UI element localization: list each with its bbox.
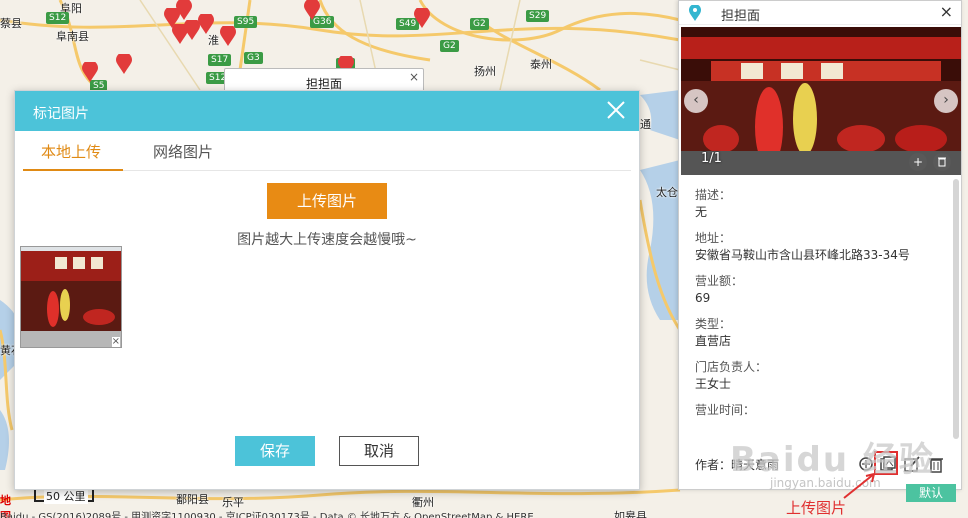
city-label: 淮: [208, 34, 219, 47]
store-field-manager: 门店负责人： 王女士: [695, 359, 935, 393]
store-pin-icon[interactable]: [82, 62, 98, 82]
store-field-revenue: 营业额： 69: [695, 273, 935, 307]
mark-image-dialog: 标记图片 本地上传 网络图片 上传图片 图片越大上传速度会越慢哦~ × 保存 取…: [14, 90, 640, 490]
trash-icon: [938, 157, 946, 167]
city-label: 通: [640, 118, 651, 131]
highway-shield: S17: [208, 54, 232, 66]
store-field-type: 类型： 直营店: [695, 316, 935, 350]
tab-local-upload[interactable]: 本地上传: [41, 141, 101, 162]
store-pin-icon[interactable]: [198, 14, 214, 34]
scale-text: 50 公里: [44, 488, 88, 504]
store-info-list: 描述： 无 地址： 安徽省马鞍山市含山县环峰北路33-34号 营业额： 69 类…: [695, 187, 935, 428]
city-label: 泰州: [530, 58, 552, 71]
store-name: 担担面: [721, 9, 761, 24]
store-field-description: 描述： 无: [695, 187, 935, 221]
city-label: 蔡县: [0, 17, 22, 30]
city-label: 阜南县: [56, 30, 89, 43]
store-field-hours: 营业时间：: [695, 402, 935, 419]
store-pin-icon[interactable]: [116, 54, 132, 74]
field-label: 营业额：: [695, 274, 744, 288]
baidu-jingyan-watermark: Baidu 经验: [730, 440, 935, 480]
highway-shield: G2: [440, 40, 459, 52]
store-field-address: 地址： 安徽省马鞍山市含山县环峰北路33-34号: [695, 230, 935, 264]
store-panel-header: 担担面 ×: [679, 1, 961, 25]
highway-shield: S29: [526, 10, 550, 22]
city-label: 鄱阳县: [176, 493, 209, 506]
upload-image-button[interactable]: 上传图片: [267, 183, 387, 219]
city-label: 扬州: [474, 65, 496, 78]
scale-bar: 50 公里: [34, 488, 94, 504]
city-label: 太仓: [656, 186, 678, 199]
annotation-label: 上传图片: [786, 499, 847, 517]
map-copyright: Baidu - GS(2016)2089号 - 甲测资字1100930 - 京I…: [0, 512, 534, 518]
highway-shield: G2: [470, 18, 489, 30]
add-photo-button[interactable]: +: [909, 153, 927, 171]
panel-close-icon[interactable]: ×: [940, 2, 953, 21]
cancel-button[interactable]: 取消: [339, 436, 419, 466]
store-photo-carousel[interactable]: ‹ › 1/1 +: [681, 27, 961, 175]
dialog-close-icon[interactable]: [605, 99, 627, 121]
highway-shield: S95: [234, 16, 258, 28]
field-label: 门店负责人：: [695, 360, 768, 374]
field-label: 地址：: [695, 231, 732, 245]
active-tab-underline: [23, 169, 123, 171]
default-button[interactable]: 默认: [906, 484, 956, 502]
field-label: 类型：: [695, 317, 732, 331]
delete-photo-button[interactable]: [933, 153, 951, 171]
highway-shield: S12: [46, 12, 70, 24]
highway-shield: G3: [244, 52, 263, 64]
location-pin-icon: [689, 5, 701, 21]
store-pin-icon[interactable]: [220, 26, 236, 46]
photo-counter: 1/1: [701, 151, 722, 166]
store-pin-icon[interactable]: [414, 8, 430, 28]
tab-web-image[interactable]: 网络图片: [153, 141, 213, 162]
field-value: 安徽省马鞍山市含山县环峰北路33-34号: [695, 248, 910, 262]
photo-next-button[interactable]: ›: [934, 89, 958, 113]
panel-scrollbar[interactable]: [953, 179, 959, 439]
photo-prev-button[interactable]: ‹: [684, 89, 708, 113]
dialog-tabs: 本地上传 网络图片: [23, 131, 631, 171]
field-label: 营业时间：: [695, 403, 756, 417]
annotation-arrow-icon: [843, 473, 875, 499]
thumbnail-photo: [21, 247, 121, 347]
field-value: 直营店: [695, 334, 732, 348]
store-pin-icon[interactable]: [176, 0, 192, 20]
field-label: 描述：: [695, 188, 732, 202]
field-value: 69: [695, 291, 711, 305]
field-value: 无: [695, 205, 708, 219]
store-detail-panel: 担担面 × ‹ › 1/1 + 描述： 无 地址： 安徽省马鞍山市含山县环峰北路…: [678, 0, 962, 490]
store-pin-icon[interactable]: [304, 0, 320, 20]
uploaded-image-thumbnail[interactable]: ×: [20, 246, 122, 348]
map-info-close-icon[interactable]: ×: [409, 70, 419, 84]
field-value: 王女士: [695, 377, 732, 391]
dialog-header: 标记图片: [15, 91, 639, 131]
remove-thumbnail-icon[interactable]: ×: [111, 337, 120, 347]
save-button[interactable]: 保存: [235, 436, 315, 466]
dialog-title: 标记图片: [33, 106, 89, 122]
